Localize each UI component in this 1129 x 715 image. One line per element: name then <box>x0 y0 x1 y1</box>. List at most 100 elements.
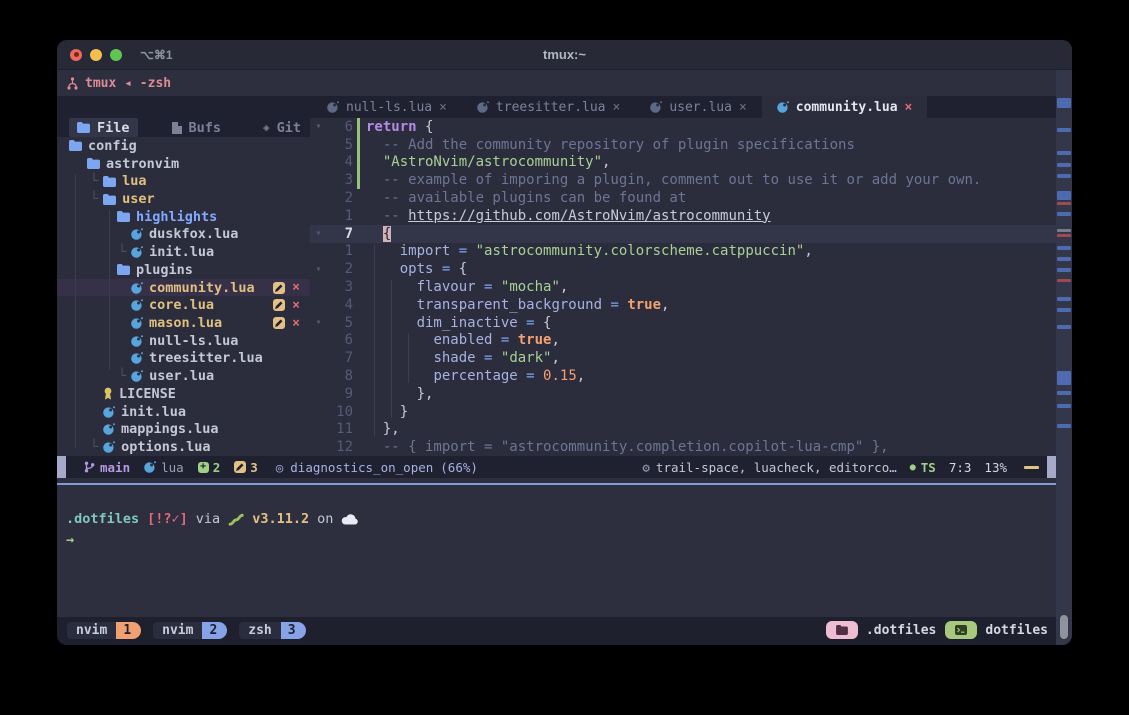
prompt-directory: .dotfiles <box>66 511 139 527</box>
neovim-pane: null-ls.lua×treesitter.lua×user.lua×comm… <box>57 96 1072 478</box>
code-line[interactable]: 4transparent_background = true, <box>310 296 1056 314</box>
code-line[interactable]: ▾7{ <box>310 225 1056 243</box>
buffer-tab-label: community.lua <box>796 100 898 115</box>
buffer-tab-community-lua[interactable]: community.lua × <box>762 96 928 118</box>
lua-file-icon <box>103 441 115 453</box>
code-line[interactable]: 6enabled = true, <box>310 332 1056 350</box>
line-number: 4 <box>327 154 353 170</box>
fold-chevron-icon[interactable]: ▾ <box>310 317 327 328</box>
tree-item-mappings-lua[interactable]: mappings.lua <box>57 421 310 439</box>
shell-pane[interactable]: .dotfiles [!?✓] via v3.11.2 on → <box>57 485 1056 617</box>
code-token: { <box>417 119 434 135</box>
code-line[interactable]: 4"AstroNvim/astrocommunity", <box>310 154 1056 172</box>
tmux-window-nvim-2[interactable]: nvim2 <box>153 622 227 639</box>
terminal-window: ⌥⌘1 tmux:~ tmux ◂ -zsh null-ls.lua×trees… <box>57 40 1072 645</box>
buffer-tab-user-lua[interactable]: user.lua× <box>635 96 761 118</box>
code-token: { <box>383 226 391 242</box>
modified-badge-icon <box>273 299 285 311</box>
explorer-tab-label: File <box>97 120 130 136</box>
gitsign-column <box>353 385 364 403</box>
code-line[interactable]: 10} <box>310 403 1056 421</box>
scrollbar-mark <box>1057 234 1071 237</box>
scrollbar-mark <box>1057 151 1071 155</box>
tree-item-community-lua[interactable]: community.lua × <box>57 279 310 297</box>
lsp-progress-text: diagnostics_on_open <box>290 460 433 475</box>
code-line[interactable]: ▾5dim_inactive = { <box>310 314 1056 332</box>
code-line[interactable]: 3-- example of imporing a plugin, commen… <box>310 171 1056 189</box>
tree-item-user-lua[interactable]: └user.lua <box>57 367 310 385</box>
tab-close-icon[interactable]: × <box>439 100 447 115</box>
code-line[interactable]: 8percentage = 0.15, <box>310 367 1056 385</box>
lsp-progress-icon: ◎ <box>276 460 284 475</box>
license-icon <box>103 387 113 400</box>
scrollbar-thumb[interactable] <box>1060 615 1068 639</box>
file-tree[interactable]: configastronvim└lua└userhighlightsduskfo… <box>57 137 310 456</box>
code-line[interactable]: ▾6return { <box>310 118 1056 136</box>
file-explorer: File Bufs ◈ Git configastronvim└lua└user… <box>57 118 310 456</box>
tree-item-core-lua[interactable]: core.lua × <box>57 296 310 314</box>
line-number: 8 <box>327 368 353 384</box>
scrollbar-mark <box>1057 174 1071 178</box>
code-line[interactable]: 1-- https://github.com/AstroNvim/astroco… <box>310 207 1056 225</box>
macro-underline-indicator <box>1024 466 1039 469</box>
code-token: -- Add the community repository of plugi… <box>383 137 855 153</box>
code-editor[interactable]: ▾6return {5-- Add the community reposito… <box>310 118 1056 456</box>
explorer-tab-bufs[interactable]: Bufs <box>164 118 230 137</box>
lua-file-icon <box>131 228 143 240</box>
code-line[interactable]: ▾2opts = { <box>310 260 1056 278</box>
tmux-window-nvim-1[interactable]: nvim1 <box>67 622 141 639</box>
prompt-via-label: via <box>196 511 220 527</box>
prompt-arrow[interactable]: → <box>66 532 1056 548</box>
tree-item-plugins[interactable]: plugins <box>57 261 310 279</box>
explorer-tab-file[interactable]: File <box>69 118 138 137</box>
folder-icon <box>826 621 858 639</box>
code-token: , <box>551 350 559 366</box>
tab-close-icon[interactable]: × <box>613 100 621 115</box>
code-token: -- { import = "astrocommunity.completion… <box>383 439 889 455</box>
tree-item-astronvim[interactable]: astronvim <box>57 155 310 173</box>
tree-item-init-lua[interactable]: └init.lua <box>57 243 310 261</box>
scrollbar-mark <box>1057 404 1071 408</box>
buffer-tab-treesitter-lua[interactable]: treesitter.lua× <box>462 96 635 118</box>
tmux-status-item: dotfiles <box>945 621 1048 639</box>
line-number: 1 <box>327 208 353 224</box>
tree-item-options-lua[interactable]: └options.lua <box>57 438 310 456</box>
code-line[interactable]: 7shade = "dark", <box>310 349 1056 367</box>
scrollbar[interactable] <box>1056 70 1072 645</box>
tree-item-mason-lua[interactable]: mason.lua × <box>57 314 310 332</box>
tree-item-treesitter-lua[interactable]: treesitter.lua <box>57 350 310 368</box>
fold-chevron-icon[interactable]: ▾ <box>310 264 327 275</box>
tree-item-init-lua[interactable]: init.lua <box>57 403 310 421</box>
explorer-tab-git[interactable]: ◈ Git <box>255 118 309 137</box>
indent-guide <box>391 280 392 418</box>
code-line[interactable]: 5-- Add the community repository of plug… <box>310 136 1056 154</box>
tree-item-null-ls-lua[interactable]: null-ls.lua <box>57 332 310 350</box>
buffer-tab-null-ls-lua[interactable]: null-ls.lua× <box>312 96 462 118</box>
tmux-window-zsh-3[interactable]: zsh3 <box>239 622 305 639</box>
scrollbar-mark <box>1057 98 1071 108</box>
fold-chevron-icon[interactable]: ▾ <box>310 228 327 239</box>
tree-item-label: LICENSE <box>119 386 176 402</box>
gitsign-column <box>353 296 364 314</box>
tree-item-LICENSE[interactable]: LICENSE <box>57 385 310 403</box>
code-line[interactable]: 9}, <box>310 385 1056 403</box>
code-line[interactable]: 12-- { import = "astrocommunity.completi… <box>310 438 1056 456</box>
tree-item-label: community.lua <box>149 280 255 296</box>
tab-close-icon[interactable]: × <box>739 100 747 115</box>
fold-chevron-icon[interactable]: ▾ <box>310 121 327 132</box>
tree-item-highlights[interactable]: highlights <box>57 208 310 226</box>
tree-item-duskfox-lua[interactable]: duskfox.lua <box>57 226 310 244</box>
code-line[interactable]: 3flavour = "mocha", <box>310 278 1056 296</box>
tmux-window-number: 3 <box>281 622 306 639</box>
explorer-tab-label: Git <box>277 120 301 136</box>
tree-item-config[interactable]: config <box>57 137 310 155</box>
prompt-on-label: on <box>317 511 333 527</box>
tab-close-icon[interactable]: × <box>905 100 913 115</box>
tree-item-user[interactable]: └user <box>57 190 310 208</box>
gitsign-added-bar <box>357 154 360 172</box>
code-line[interactable]: 11}, <box>310 421 1056 439</box>
tree-item-lua[interactable]: └lua <box>57 172 310 190</box>
scrollbar-mark <box>1057 229 1071 232</box>
code-line[interactable]: 1import = "astrocommunity.colorscheme.ca… <box>310 243 1056 261</box>
code-line[interactable]: 2-- available plugins can be found at <box>310 189 1056 207</box>
